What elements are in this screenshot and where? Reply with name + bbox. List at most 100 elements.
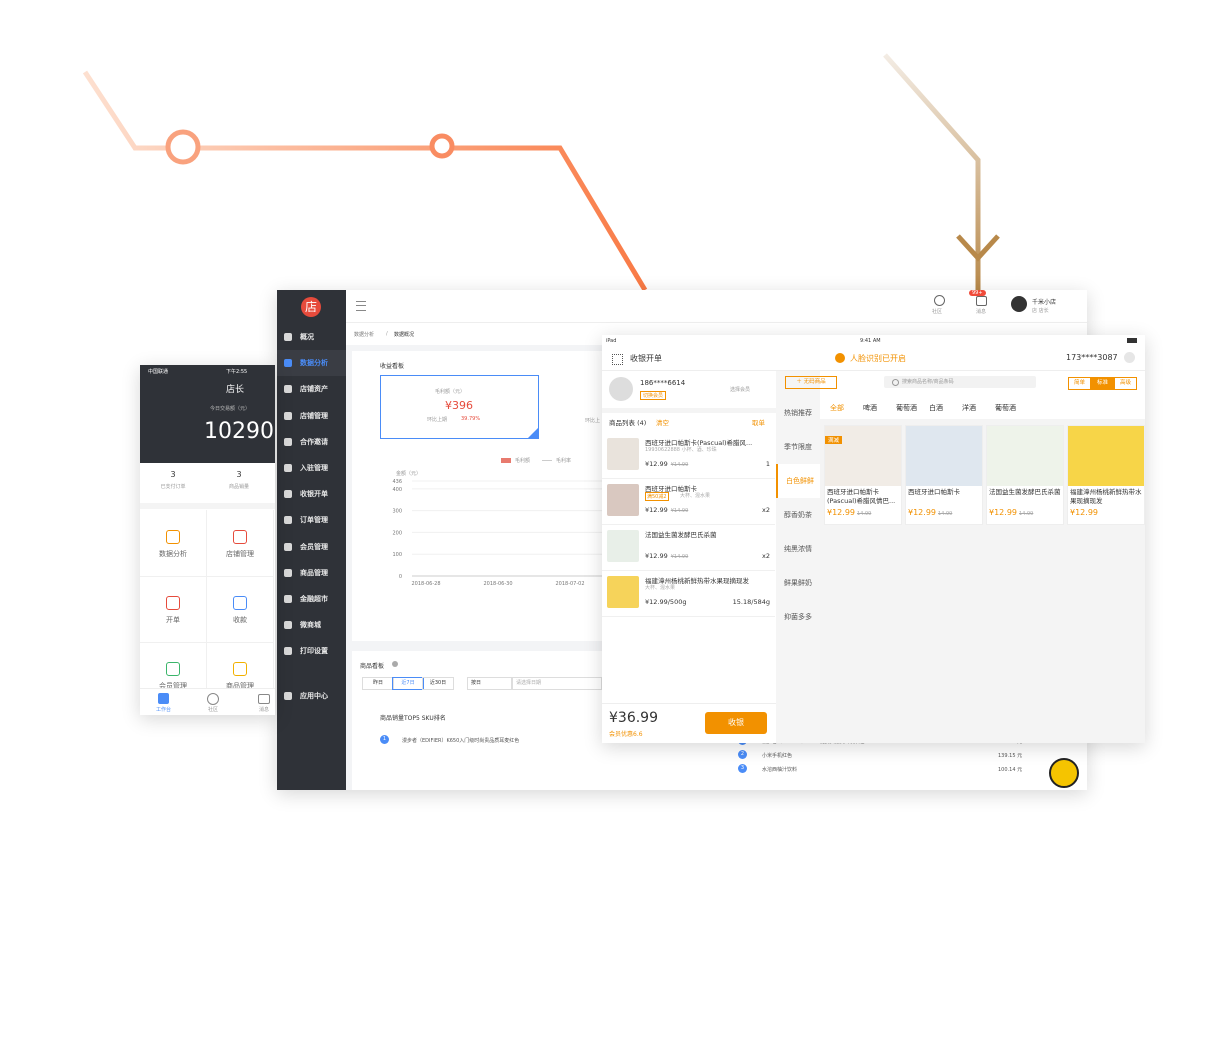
community-icon[interactable] [934, 295, 945, 306]
filter-tab[interactable]: 白酒 [929, 403, 943, 413]
sidebar-item-icon [284, 692, 292, 700]
sidebar-item[interactable]: 收银开单 [277, 481, 346, 507]
checkout-button[interactable]: 收银 [705, 712, 767, 734]
y-tick-label: 400 [392, 487, 402, 493]
category-item[interactable]: 白色鲜鲜 [776, 464, 822, 498]
sidebar-item[interactable]: 数据分析 [277, 350, 346, 377]
grid-item[interactable]: 数据分析 [140, 510, 207, 577]
x-tick-label: 2018-06-28 [411, 581, 440, 586]
sidebar-item-icon [284, 333, 292, 341]
y-tick-label: 300 [392, 509, 402, 515]
cart-item-qty[interactable]: x2 [762, 552, 770, 560]
stat-0[interactable]: 3 已支付订单 [140, 463, 206, 501]
battery-icon [1127, 338, 1137, 343]
category-item[interactable]: 季节限度 [776, 430, 820, 464]
sidebar-item[interactable]: 订单管理 [277, 507, 346, 533]
category-item[interactable]: 鲜果鲜奶 [776, 566, 820, 600]
add-product-button[interactable]: ＋ 无码商品 [785, 376, 837, 389]
cart-item-qty[interactable]: 15.18/584g [733, 598, 770, 606]
rank-name: 漫步者（EDIFIER）K650入门级时尚贵品质耳麦红色 [402, 738, 520, 744]
sidebar-item[interactable]: 商品管理 [277, 560, 346, 586]
tab-workbench[interactable]: 工作台 [156, 706, 171, 713]
grid-item-icon [233, 662, 247, 676]
sidebar-item-icon [284, 359, 292, 368]
category-item[interactable]: 纯黑浓情 [776, 532, 820, 566]
breadcrumb-1[interactable]: 数据分析 [354, 331, 374, 338]
sidebar-item[interactable]: 概况 [277, 324, 346, 350]
sidebar-item-label: 会员管理 [300, 542, 328, 551]
tab-community[interactable]: 社区 [208, 706, 218, 713]
sidebar-item[interactable]: 合作邀请 [277, 429, 346, 455]
product-card[interactable]: 西班牙进口帕斯卡 ¥12.99 14.99 [905, 425, 983, 525]
sidebar-item-label: 微商城 [300, 621, 321, 630]
product-card[interactable]: 福建漳州杨桃新鲜热带水果现摘现发 ¥12.99 [1067, 425, 1145, 525]
filter-tab[interactable]: 啤酒 [863, 403, 877, 413]
kpi-card[interactable]: 毛利额（元） ¥396 环比上期 39.79% [380, 375, 539, 439]
category-item[interactable]: 抑菌多多 [776, 600, 820, 634]
compass-icon[interactable] [207, 693, 219, 705]
sidebar-item[interactable]: 应用中心 [277, 683, 346, 709]
user-icon[interactable] [1124, 352, 1135, 363]
account: 173****3087 [1066, 353, 1118, 362]
menu-icon[interactable] [356, 301, 366, 311]
product-card[interactable]: 满减 西班牙进口帕斯卡(Pascual)希腊风情巴... ¥12.99 14.99 [824, 425, 902, 525]
sidebar-item[interactable]: 金融超市 [277, 586, 346, 612]
category-item[interactable]: 醇香奶茶 [776, 498, 820, 532]
sidebar-item[interactable]: 店铺管理 [277, 403, 346, 429]
clear-button[interactable]: 清空 [656, 417, 669, 427]
sidebar-item[interactable]: 微商城 [277, 612, 346, 638]
switch-member-button[interactable]: 切换会员 [640, 391, 667, 400]
goods-title: 商品看板 [360, 663, 385, 670]
cart-item-spec: 大杯、混水果 [680, 493, 711, 499]
sidebar-item[interactable]: 会员管理 [277, 534, 346, 560]
cart-item[interactable]: 福建漳州杨桃新鲜热带水果现摘现发 大杯、混水果 ¥12.99/500g 15.18/5… [602, 570, 775, 617]
sidebar-item[interactable]: 店铺资产 [277, 376, 346, 402]
pick-order-button[interactable]: 取单 [752, 417, 765, 427]
list-title: 商品列表 (4) [609, 419, 647, 427]
stat-value: 3 [170, 470, 176, 479]
avatar[interactable] [1011, 296, 1027, 312]
message-label: 消息 [976, 309, 987, 315]
period-tab-1[interactable]: 近7日 [392, 677, 424, 690]
workbench-icon[interactable] [158, 693, 169, 704]
member-avatar[interactable] [609, 377, 633, 401]
mode-toggle[interactable]: 高级 [1114, 377, 1137, 390]
status-time: 9:41 AM [860, 338, 881, 344]
filter-tab[interactable]: 全部 [830, 403, 844, 413]
filter-tab[interactable]: 葡萄酒 [896, 403, 917, 413]
grid-icon[interactable] [612, 354, 623, 365]
cart-item[interactable]: 西班牙进口帕斯卡(Pascual)希腊风... 19930622888 小杯、酒、… [602, 432, 775, 479]
tab-messages[interactable]: 消息 [259, 706, 269, 713]
chat-icon[interactable] [258, 694, 270, 704]
search-placeholder: 搜索商品名称/商品条码 [902, 379, 954, 385]
group-select-value: 按日 [471, 680, 482, 686]
category-item[interactable]: 热销推荐 [776, 396, 820, 430]
product-price: ¥12.99 [827, 508, 855, 517]
mode-toggle[interactable]: 标准 [1091, 377, 1114, 390]
sidebar-item[interactable]: 入驻管理 [277, 455, 346, 481]
role-selector[interactable]: 店长 [226, 382, 244, 395]
search-input[interactable]: 搜索商品名称/商品条码 [884, 376, 1036, 388]
filter-tab[interactable]: 洋酒 [962, 403, 976, 413]
grid-item[interactable]: 开单 [140, 576, 207, 643]
y-tick-label: 100 [392, 552, 402, 558]
date-input[interactable]: 请选择日期 [512, 677, 602, 690]
mode-toggle[interactable]: 简单 [1068, 377, 1091, 390]
filter-tab[interactable]: 葡萄酒 [995, 403, 1016, 413]
stat-1[interactable]: 3 商品销量 [206, 463, 272, 501]
cart-item-qty[interactable]: x2 [762, 506, 770, 514]
product-card[interactable]: 法国益生菌发酵巴氏杀菌 ¥12.99 14.99 [986, 425, 1064, 525]
period-tab-2[interactable]: 近30日 [422, 677, 454, 690]
choose-member[interactable]: 选择会员 [730, 386, 750, 393]
group-select[interactable]: 按日 [467, 677, 512, 690]
cart-item[interactable]: 法国益生菌发酵巴氏杀菌 ¥12.99 ¥14.99 x2 [602, 524, 775, 571]
cart-item-qty[interactable]: 1 [766, 460, 770, 468]
message-icon[interactable] [976, 296, 987, 306]
sidebar-item-label: 商品管理 [300, 568, 328, 577]
cart-item[interactable]: 西班牙进口帕斯卡 满50减2 大杯、混水果 ¥12.99 ¥14.99 x2 [602, 478, 775, 525]
sidebar-item[interactable]: 打印设置 [277, 638, 346, 664]
period-tab-0[interactable]: 昨日 [362, 677, 394, 690]
grid-item[interactable]: 收款 [207, 576, 274, 643]
total-amount: ¥36.99 [609, 710, 658, 726]
grid-item[interactable]: 店铺管理 [207, 510, 274, 577]
